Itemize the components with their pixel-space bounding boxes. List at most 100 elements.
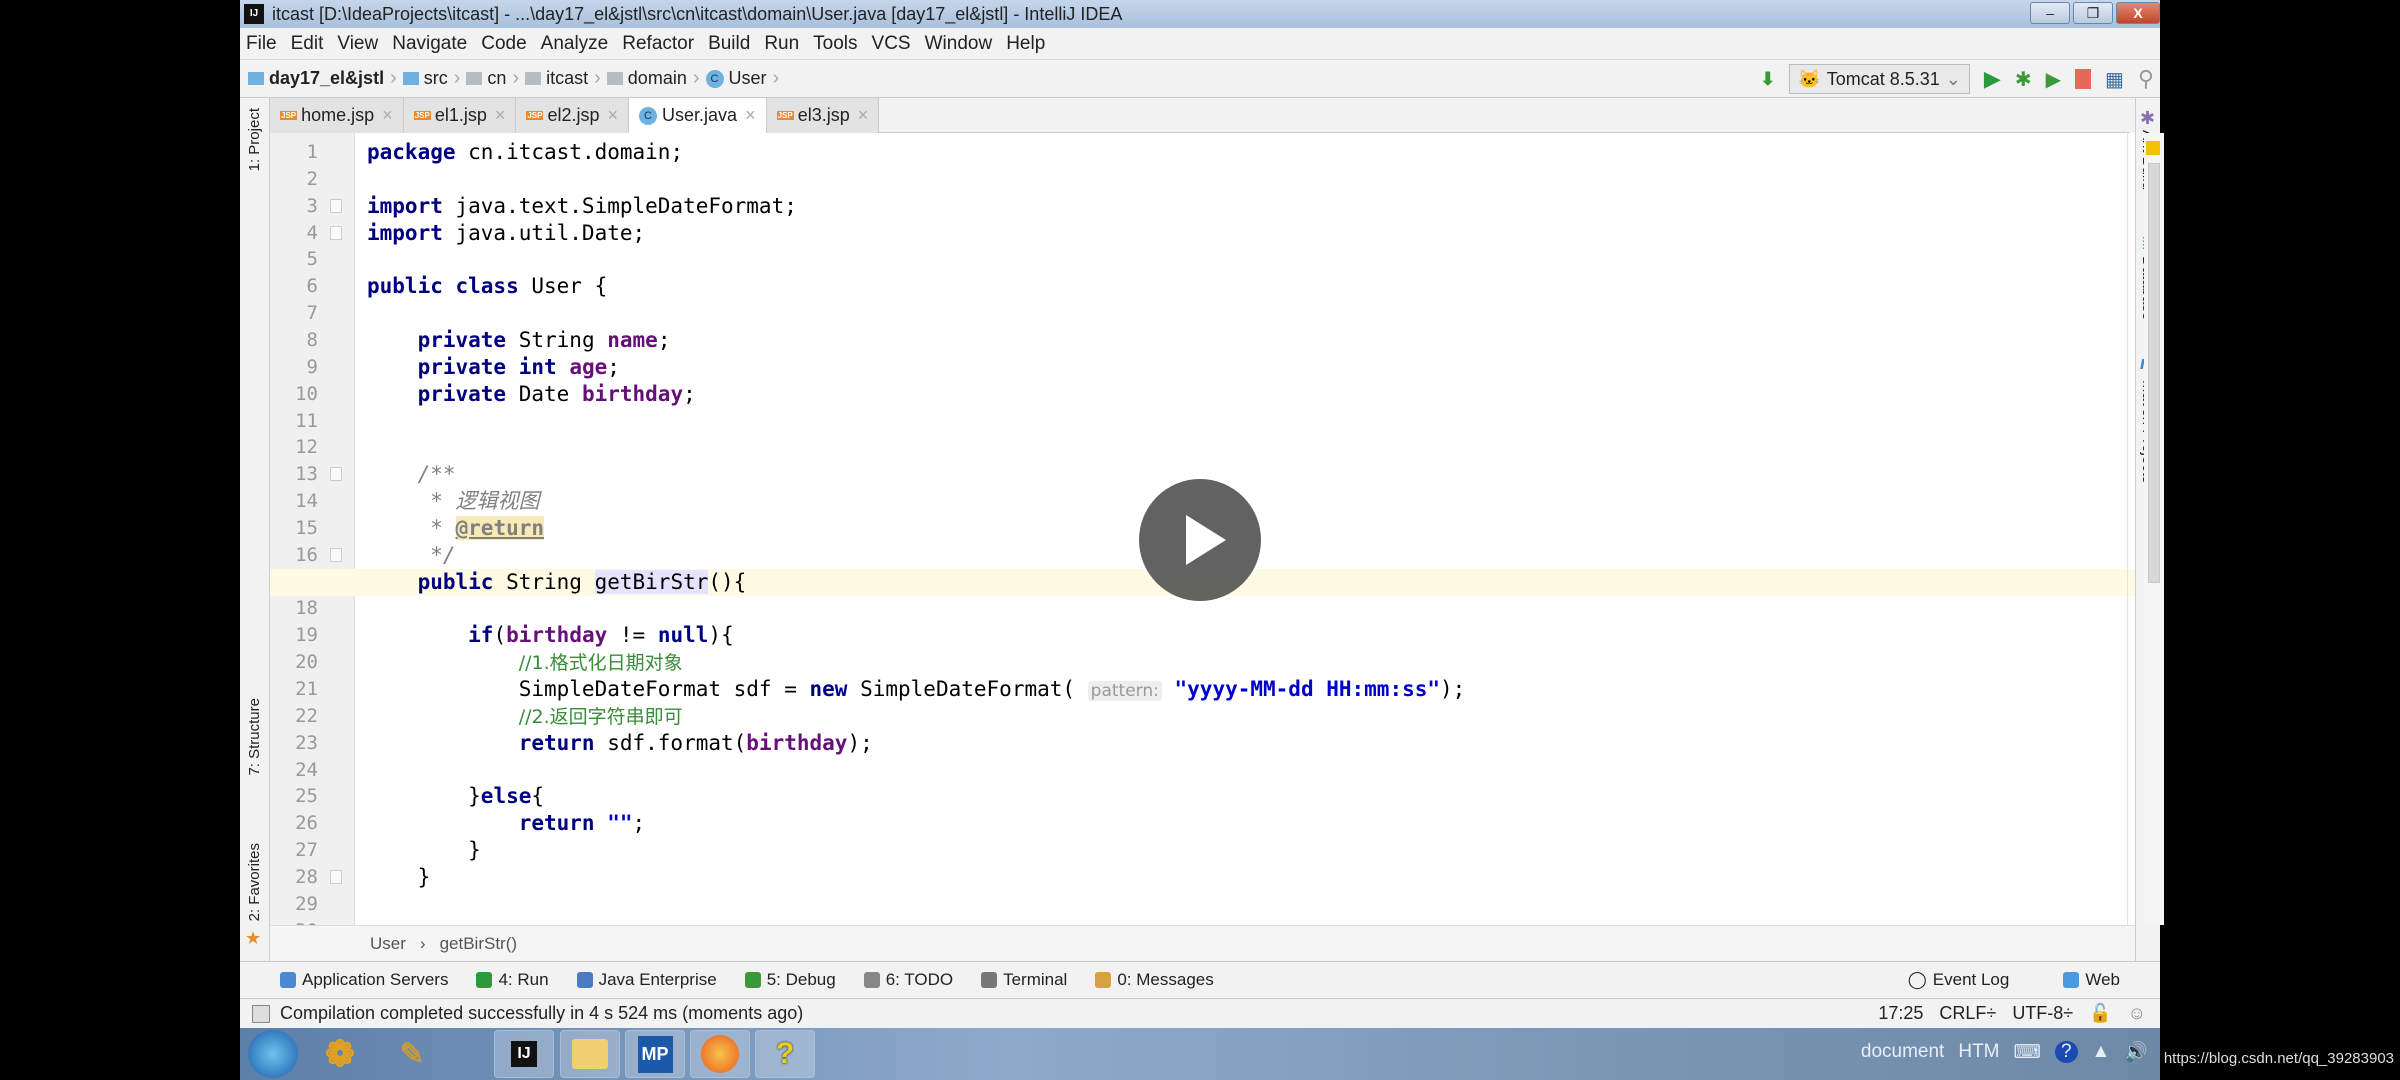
tool-window-bar: ◯ Event Log Web Application Servers 4: Run… [240, 961, 2160, 998]
project-tool-tab[interactable]: 1: Project [246, 108, 263, 171]
search-icon[interactable]: ⚲ [2138, 66, 2154, 92]
taskbar-firefox[interactable] [690, 1030, 750, 1078]
breadcrumb-method[interactable]: getBirStr() [440, 934, 517, 954]
inspector-icon[interactable]: ☺ [2128, 1003, 2146, 1024]
toolwindow-debug[interactable]: 5: Debug [744, 970, 836, 990]
minimize-button[interactable]: – [2030, 2, 2070, 24]
line-separator[interactable]: CRLF÷ [1939, 1003, 1996, 1024]
tray-htm-label[interactable]: HTM [1958, 1041, 1999, 1063]
line-number: 22 [295, 704, 318, 727]
comment: //2.返回字符串即可 [518, 705, 683, 728]
menu-code[interactable]: Code [481, 33, 526, 55]
menu-help[interactable]: Help [1006, 33, 1045, 55]
close-tab-icon[interactable]: × [745, 105, 756, 126]
breadcrumb-item[interactable]: itcast › [525, 67, 601, 90]
breadcrumb-class[interactable]: User [370, 934, 406, 954]
menu-vcs[interactable]: VCS [872, 33, 911, 55]
web-button[interactable]: Web [2063, 970, 2120, 990]
breadcrumb-item[interactable]: src › [402, 67, 460, 90]
tool-windows-toggle-icon[interactable] [252, 1004, 270, 1023]
tray-document-label[interactable]: document [1861, 1041, 1944, 1063]
fold-marker-icon[interactable] [330, 198, 342, 213]
breadcrumb-item[interactable]: C User › [705, 67, 779, 90]
toolwindow-applicationservers[interactable]: Application Servers [280, 970, 448, 990]
breadcrumb-item[interactable]: cn › [466, 67, 519, 90]
menu-window[interactable]: Window [925, 33, 993, 55]
tab-el2-jsp[interactable]: JSP el2.jsp × [516, 98, 630, 133]
project-structure-icon[interactable]: ▦ [2105, 67, 2124, 92]
breadcrumb-item[interactable]: day17_el&jstl › [248, 67, 397, 90]
window-title: itcast [D:\IdeaProjects\itcast] - ...\da… [272, 3, 1123, 24]
show-hidden-icons-icon[interactable]: ▲ [2092, 1041, 2111, 1063]
code-text: String [506, 327, 608, 352]
code-text: Date [506, 381, 582, 406]
close-tab-icon[interactable]: × [382, 105, 393, 126]
favorites-tool-tab[interactable]: 2: Favorites [246, 843, 263, 921]
watermark: https://blog.csdn.net/qq_39283903 [2163, 1050, 2394, 1067]
file-encoding[interactable]: UTF-8÷ [2012, 1003, 2073, 1024]
build-icon[interactable]: ⬇ [1760, 69, 1775, 90]
toolwindow-javaenterprise[interactable]: Java Enterprise [576, 970, 717, 990]
tab-User-java[interactable]: C User.java × [629, 98, 767, 133]
tab-el3-jsp[interactable]: JSP el3.jsp × [766, 98, 880, 133]
fold-marker-icon[interactable] [330, 869, 342, 884]
toolwindow-terminal[interactable]: Terminal [981, 970, 1067, 990]
close-tab-icon[interactable]: × [858, 105, 869, 126]
menu-refactor[interactable]: Refactor [622, 33, 694, 55]
editor-scrollbar[interactable] [2144, 133, 2164, 925]
taskbar-intellij[interactable]: IJ [494, 1030, 554, 1078]
lock-icon[interactable]: 🔓 [2089, 1003, 2111, 1024]
code-text: != [607, 623, 658, 648]
fold-marker-icon[interactable] [330, 467, 342, 482]
keyboard-icon[interactable]: ⌨ [2014, 1041, 2041, 1064]
stop-icon[interactable] [2074, 69, 2091, 89]
code-line: //2.返回字符串即可 [367, 703, 2135, 730]
navigation-bar: day17_el&jstl › src › cn › itcast › domain › C User… [240, 60, 2160, 98]
debug-icon[interactable]: ✱ [2015, 67, 2032, 92]
menu-view[interactable]: View [337, 33, 378, 55]
close-tab-icon[interactable]: × [608, 105, 619, 126]
toolwindow-messages[interactable]: 0: Messages [1095, 970, 1214, 990]
class-icon: C [705, 69, 724, 88]
toolwindow-run[interactable]: 4: Run [476, 970, 549, 990]
menu-file[interactable]: File [246, 33, 277, 55]
menu-tools[interactable]: Tools [813, 33, 857, 55]
video-play-button[interactable] [1139, 479, 1261, 601]
tab-home-jsp[interactable]: JSP home.jsp × [270, 98, 404, 133]
paint-brushes-icon[interactable]: ✎ [382, 1030, 442, 1078]
start-button[interactable] [248, 1030, 298, 1078]
menu-edit[interactable]: Edit [291, 33, 324, 55]
tab-el1-jsp[interactable]: JSP el1.jsp × [403, 98, 517, 133]
scrollbar-thumb[interactable] [2148, 163, 2160, 583]
close-tab-icon[interactable]: × [495, 105, 506, 126]
taskbar-explorer[interactable] [560, 1030, 620, 1078]
fold-marker-icon[interactable] [330, 547, 342, 562]
intellij-icon: IJ [511, 1041, 537, 1067]
restore-button[interactable]: ❐ [2073, 2, 2113, 24]
menu-analyze[interactable]: Analyze [541, 33, 609, 55]
warning-indicator-icon[interactable] [2146, 141, 2160, 155]
web-label: Web [2085, 970, 2120, 989]
close-button[interactable]: X [2116, 2, 2160, 24]
menu-navigate[interactable]: Navigate [392, 33, 467, 55]
taskbar-help[interactable]: ? [755, 1030, 815, 1078]
event-log-button[interactable]: ◯ Event Log [1908, 970, 2010, 990]
breadcrumb-item[interactable]: domain › [606, 67, 700, 90]
code-line: return ""; [367, 810, 2135, 837]
run-config-dropdown[interactable]: 🐱 Tomcat 8.5.31 ⌄ [1789, 64, 1970, 94]
caret-position[interactable]: 17:25 [1878, 1003, 1923, 1024]
structure-tool-tab[interactable]: 7: Structure [246, 698, 263, 776]
run-icon[interactable]: ▶ [1984, 66, 2001, 92]
app-colorful-icon[interactable]: ❁ [310, 1030, 370, 1078]
toolwindow-todo[interactable]: 6: TODO [863, 970, 953, 990]
help-icon[interactable]: ? [2054, 1041, 2078, 1063]
fold-marker-icon[interactable] [330, 225, 342, 240]
menu-run[interactable]: Run [764, 33, 799, 55]
coverage-icon[interactable]: ▶ [2046, 67, 2061, 92]
taskbar-mp[interactable]: MP [625, 1030, 685, 1078]
volume-icon[interactable]: 🔊 [2124, 1040, 2148, 1064]
field-token: birthday [506, 623, 608, 648]
menu-build[interactable]: Build [708, 33, 750, 55]
